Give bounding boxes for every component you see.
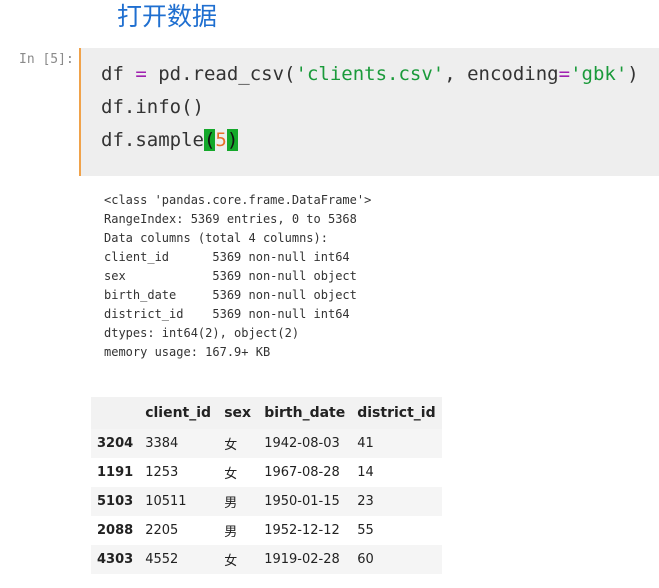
matched-paren-close: ) <box>226 129 239 151</box>
cell-client-id: 2205 <box>139 516 219 545</box>
table-row: 2088 2205 男 1952-12-12 55 <box>91 516 442 545</box>
table-row: 4303 4552 女 1919-02-28 60 <box>91 545 442 574</box>
code-number: 5 <box>215 129 227 151</box>
info-output: <class 'pandas.core.frame.DataFrame'> Ra… <box>104 191 371 362</box>
row-index: 4303 <box>91 545 140 574</box>
code-token: df.info() <box>101 96 204 118</box>
cell-sex: 男 <box>218 487 259 516</box>
output-line: client_id 5369 non-null int64 <box>104 250 350 264</box>
code-line-1[interactable]: df = pd.read_csv('clients.csv', encoding… <box>101 61 639 87</box>
column-header-sex: sex <box>218 397 259 429</box>
row-index: 2088 <box>91 516 140 545</box>
input-prompt: In [5]: <box>19 52 74 67</box>
cell-sex: 女 <box>218 545 259 574</box>
code-token: pd.read_csv( <box>146 63 296 85</box>
column-header-birth-date: birth_date <box>258 397 352 429</box>
cell-birth-date: 1952-12-12 <box>258 516 352 545</box>
cell-birth-date: 1942-08-03 <box>258 429 352 458</box>
cell-sex: 女 <box>218 429 259 458</box>
cell-district-id: 55 <box>351 516 442 545</box>
matched-paren-open: ( <box>203 129 216 151</box>
output-line: RangeIndex: 5369 entries, 0 to 5368 <box>104 212 357 226</box>
table-header-row: client_id sex birth_date district_id <box>91 397 442 429</box>
code-line-2[interactable]: df.info() <box>101 94 204 120</box>
output-line: birth_date 5369 non-null object <box>104 288 357 302</box>
row-index: 1191 <box>91 458 140 487</box>
code-line-3[interactable]: df.sample(5) <box>101 127 239 153</box>
cell-sex: 女 <box>218 458 259 487</box>
dataframe-table: client_id sex birth_date district_id 320… <box>91 397 442 574</box>
code-cell[interactable]: df = pd.read_csv('clients.csv', encoding… <box>79 48 659 176</box>
index-header <box>91 397 140 429</box>
output-line: district_id 5369 non-null int64 <box>104 307 350 321</box>
output-line: memory usage: 167.9+ KB <box>104 345 271 359</box>
code-token: df.sample <box>101 129 204 151</box>
code-string: 'clients.csv' <box>295 63 445 85</box>
cell-client-id: 1253 <box>139 458 219 487</box>
cell-client-id: 3384 <box>139 429 219 458</box>
cell-sex: 男 <box>218 516 259 545</box>
table-row: 5103 10511 男 1950-01-15 23 <box>91 487 442 516</box>
cell-district-id: 23 <box>351 487 442 516</box>
cell-client-id: 10511 <box>139 487 219 516</box>
row-index: 5103 <box>91 487 140 516</box>
cell-birth-date: 1950-01-15 <box>258 487 352 516</box>
column-header-client-id: client_id <box>139 397 219 429</box>
code-token: ) <box>627 63 639 85</box>
output-line: sex 5369 non-null object <box>104 269 357 283</box>
column-header-district-id: district_id <box>351 397 442 429</box>
row-index: 3204 <box>91 429 140 458</box>
output-line: Data columns (total 4 columns): <box>104 231 328 245</box>
code-token: , encoding <box>444 63 559 85</box>
cell-birth-date: 1919-02-28 <box>258 545 352 574</box>
cell-birth-date: 1967-08-28 <box>258 458 352 487</box>
cell-district-id: 41 <box>351 429 442 458</box>
code-token: df <box>101 63 136 85</box>
cell-client-id: 4552 <box>139 545 219 574</box>
output-line: dtypes: int64(2), object(2) <box>104 326 300 340</box>
code-string: 'gbk' <box>570 63 628 85</box>
code-operator: = <box>558 63 571 85</box>
section-heading: 打开数据 <box>117 2 218 31</box>
cell-district-id: 14 <box>351 458 442 487</box>
code-operator: = <box>135 63 147 85</box>
output-line: <class 'pandas.core.frame.DataFrame'> <box>104 193 372 207</box>
cell-district-id: 60 <box>351 545 442 574</box>
table-row: 1191 1253 女 1967-08-28 14 <box>91 458 442 487</box>
table-row: 3204 3384 女 1942-08-03 41 <box>91 429 442 458</box>
